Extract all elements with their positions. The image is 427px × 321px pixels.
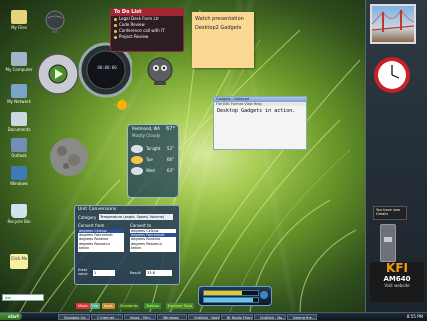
quicklink[interactable]: Standards (118, 303, 140, 309)
notepad-window[interactable]: Gadgets - Notepad File Edit Format View … (213, 96, 307, 150)
taskbar-item[interactable]: Untitled - No... (254, 314, 286, 320)
globe-icon[interactable] (44, 10, 66, 34)
enter-value-label: Enter value (78, 268, 88, 276)
convert-to-label: Convert to (130, 223, 152, 228)
start-button[interactable]: start (0, 313, 22, 320)
enter-value-input[interactable]: 1 (93, 270, 115, 276)
desktop-icon-network[interactable]: My Network (4, 84, 34, 104)
taskbar-item[interactable]: Seeing the... (287, 314, 317, 320)
convert-to-list[interactable]: degrees Celsius degrees Fahrenheit degre… (130, 229, 176, 252)
media-time: 00:00:00 (97, 65, 117, 70)
clock-icon[interactable] (372, 54, 412, 96)
taskbar-item[interactable]: Standalo Ga... (58, 314, 90, 320)
progress-fill (204, 298, 253, 302)
taskbar-item[interactable]: Br Radio Friend (221, 314, 253, 320)
folder-icon (11, 10, 27, 24)
forecast-row: Wed 63° (146, 168, 174, 173)
result-label: Result (130, 271, 141, 275)
weather-location: Redmond, WA (132, 126, 161, 131)
weather-gadget[interactable]: Redmond, WA 67° Mostly Cloudy Tonight 52… (127, 124, 179, 198)
category-label: Category (78, 215, 97, 220)
quicklink[interactable]: Taskbar (144, 303, 162, 309)
weather-temp: 67° (166, 126, 175, 132)
robot-ball-icon[interactable] (146, 56, 174, 86)
document-icon (11, 112, 27, 126)
computer-icon (11, 52, 27, 66)
convert-from-list[interactable]: degrees Celsius degrees Fahrenheit degre… (78, 229, 124, 252)
moon-icon[interactable] (48, 136, 90, 178)
list-item[interactable]: kelvin (78, 246, 124, 250)
quicklink[interactable]: File (90, 303, 100, 309)
sidebar: You have new Gmails KFI AM640 Visit webs… (365, 0, 427, 312)
windows-icon (11, 166, 27, 180)
note-line: Desktop2 Gadgets (195, 25, 242, 31)
progress-fill (204, 291, 242, 295)
search-input[interactable]: Ask (2, 294, 44, 301)
result-value: 33.8 (146, 270, 172, 276)
desktop-icon-documents[interactable]: Documents (4, 112, 34, 132)
taskbar-item[interactable]: Untitled - Notepad (188, 314, 220, 320)
taskbar-item[interactable]: 2 Internet ... (91, 314, 123, 320)
kfi-radio-widget[interactable]: KFI AM640 Visit website (370, 262, 424, 302)
desktop-icon-files[interactable]: My Files (4, 10, 34, 30)
mail-icon (11, 138, 27, 152)
forecast-row: Tue 66° (146, 157, 174, 162)
list-item[interactable]: kelvin (130, 246, 176, 250)
kfi-frequency: AM640 (383, 275, 411, 283)
bridge-image (371, 9, 415, 32)
weather-condition: Mostly Cloudy (132, 133, 161, 138)
kfi-logo: KFI (386, 261, 408, 275)
gmail-text: You have new Gmails (376, 208, 401, 216)
taskbar-item[interactable]: Windows (157, 314, 187, 320)
network-icon (11, 84, 27, 98)
unit-converter-gadget[interactable]: Unit Conversions Category Temperature (a… (74, 205, 180, 285)
slideshow-photo[interactable] (370, 4, 416, 44)
desktop-icon-outlook[interactable]: Outlook (4, 138, 34, 158)
recycle-bin-icon (11, 204, 27, 218)
quicklink[interactable]: Apps (102, 303, 115, 309)
volume-knob[interactable] (384, 237, 392, 242)
forecast-row: Tonight 52° (146, 146, 174, 151)
quicklink[interactable]: Explorer Tools (166, 303, 195, 309)
category-select[interactable]: Temperature (angle, Speed, Volume) (99, 214, 173, 220)
sun-icon (114, 98, 130, 110)
play-icon[interactable] (260, 291, 268, 299)
quicklink[interactable]: Music (76, 303, 90, 309)
progress-track (203, 290, 259, 296)
kfi-visit-link[interactable]: Visit website (370, 283, 424, 289)
converter-title: Unit Conversions (78, 207, 117, 212)
taskbar-item[interactable]: Inbox - Micr... (124, 314, 156, 320)
todo-title: To Do List (111, 9, 183, 16)
desktop-icon-computer[interactable]: My Computer (4, 52, 34, 72)
note-line: Watch presentation (195, 16, 244, 22)
desktop-icon-windows[interactable]: Windows (4, 166, 34, 186)
desktop-icon-recycle-bin[interactable]: Recycle Bin (4, 204, 34, 224)
todo-item[interactable]: Project Review (111, 34, 183, 40)
progress-track (203, 297, 259, 303)
progress-gadget[interactable] (198, 286, 272, 306)
sticky-note-gadget[interactable]: Watch presentation Desktop2 Gadgets (192, 12, 254, 68)
volume-slider[interactable] (380, 224, 396, 262)
todo-list-gadget[interactable]: To Do List Legal Desk Form Ltr Code Revi… (110, 8, 184, 52)
convert-from-label: Convert from (78, 223, 105, 228)
gmail-notifier[interactable]: You have new Gmails (373, 206, 407, 220)
desktop-icon-click-me[interactable]: Click Me (10, 254, 28, 269)
notepad-text-area[interactable]: Desktop Gadgets in action. (214, 106, 306, 116)
taskbar-clock[interactable]: 8:55 PM (407, 313, 423, 320)
